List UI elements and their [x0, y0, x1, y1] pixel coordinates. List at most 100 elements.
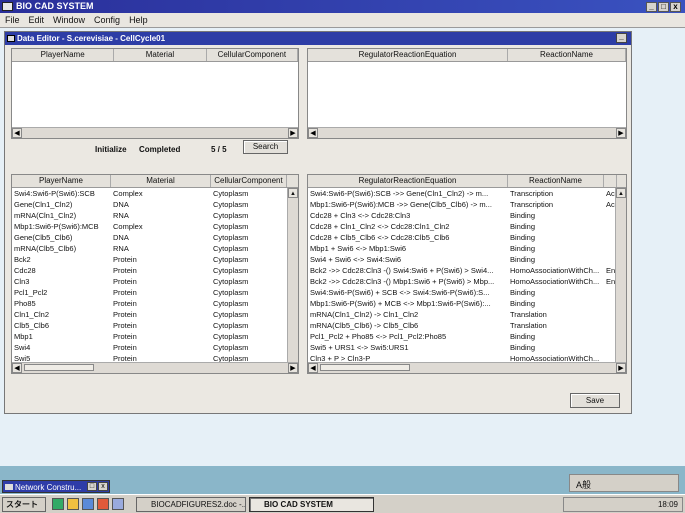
table-row[interactable]: Cln1_Cln2 Protein Cytoplasm	[12, 309, 298, 320]
ime-toolbar[interactable]: A般	[569, 474, 679, 492]
table-cell: Cytoplasm	[213, 244, 249, 253]
table-row[interactable]: Pho85 Protein Cytoplasm	[12, 298, 298, 309]
table-row[interactable]: Cln3 Protein Cytoplasm	[12, 276, 298, 287]
table-row[interactable]: Bck2 ->> Cdc28:Cln3 -() Mbp1:Swi6 + P(Sw…	[308, 276, 626, 287]
horizontal-scrollbar[interactable]: ◀ ▶	[308, 127, 626, 138]
scroll-right-icon[interactable]: ▶	[288, 128, 298, 138]
column-header[interactable]: PlayerName	[12, 49, 115, 61]
search-button[interactable]: Search	[243, 140, 288, 154]
table-cell: Cytoplasm	[213, 321, 249, 330]
table-row[interactable]: Cdc28 + Cln3 <-> Cdc28:Cln3 Binding	[308, 210, 626, 221]
table-cell: Protein	[113, 310, 137, 319]
column-header[interactable]: PlayerName	[12, 175, 111, 187]
table-row[interactable]: Pcl1_Pcl2 + Pho85 <-> Pcl1_Pcl2:Pho85 Bin…	[308, 331, 626, 342]
scroll-left-icon[interactable]: ◀	[12, 128, 22, 138]
start-button[interactable]: スタート	[2, 497, 46, 512]
close-button[interactable]: x	[670, 2, 681, 12]
table-row[interactable]: Mbp1:Swi6-P(Swi6) + MCB <-> Mbp1:Swi6-P(…	[308, 298, 626, 309]
table-row[interactable]: Cdc28 Protein Cytoplasm	[12, 265, 298, 276]
quicklaunch-icon[interactable]	[97, 498, 109, 510]
table-row[interactable]: mRNA(Cln1_Cln2) RNA Cytoplasm	[12, 210, 298, 221]
quicklaunch-icon[interactable]	[112, 498, 124, 510]
table-row[interactable]: Swi4:Swi6-P(Swi6):SCB Complex Cytoplasm	[12, 188, 298, 199]
scroll-thumb[interactable]	[320, 364, 410, 371]
scroll-up-icon[interactable]: ▲	[616, 188, 626, 198]
top-left-table[interactable]: PlayerName Material CellularComponent ◀ …	[11, 48, 299, 139]
scroll-left-icon[interactable]: ◀	[308, 363, 318, 373]
table-header: PlayerName Material CellularComponent	[12, 49, 298, 62]
table-header: RegulatorReactionEquation ReactionName	[308, 49, 626, 62]
table-row[interactable]: Pcl1_Pcl2 Protein Cytoplasm	[12, 287, 298, 298]
column-header[interactable]: CellularComponent	[207, 49, 298, 61]
minimize-button[interactable]: _	[646, 2, 657, 12]
close-icon[interactable]: x	[98, 482, 108, 491]
table-row[interactable]: Mbp1 Protein Cytoplasm	[12, 331, 298, 342]
taskbar-item-document[interactable]: BIOCADFIGURES2.doc -...	[136, 497, 246, 512]
column-header[interactable]: ReactionName	[508, 49, 626, 61]
table-row[interactable]: Cdc28 + Clb5_Clb6 <-> Cdc28:Clb5_Clb6 Bin…	[308, 232, 626, 243]
menu-file[interactable]: File	[0, 13, 24, 25]
editor-minimize-button[interactable]: _	[616, 33, 627, 43]
table-cell: Binding	[510, 222, 536, 231]
restore-icon[interactable]: □	[87, 482, 97, 491]
column-header[interactable]	[604, 175, 617, 187]
table-cell: Bck2	[14, 255, 31, 264]
horizontal-scrollbar[interactable]: ◀ ▶	[308, 362, 626, 373]
quicklaunch-icon[interactable]	[52, 498, 64, 510]
horizontal-scrollbar[interactable]: ◀ ▶	[12, 362, 298, 373]
table-row[interactable]: Swi5 + URS1 <-> Swi5:URS1 Binding	[308, 342, 626, 353]
column-header[interactable]: ReactionName	[508, 175, 604, 187]
save-button[interactable]: Save	[570, 393, 620, 408]
taskbar-item-biocad[interactable]: BIO CAD SYSTEM	[249, 497, 374, 512]
quicklaunch-icon[interactable]	[82, 498, 94, 510]
table-row[interactable]: Swi4:Swi6-P(Swi6):SCB ->> Gene(Cln1_Cln2…	[308, 188, 626, 199]
menu-help[interactable]: Help	[124, 13, 152, 25]
table-cell: Clb5_Clb6	[14, 321, 50, 330]
top-right-table[interactable]: RegulatorReactionEquation ReactionName ◀…	[307, 48, 627, 139]
table-row[interactable]: mRNA(Clb5_Clb6) RNA Cytoplasm	[12, 243, 298, 254]
scroll-thumb[interactable]	[24, 364, 94, 371]
scroll-left-icon[interactable]: ◀	[308, 128, 318, 138]
scroll-right-icon[interactable]: ▶	[616, 363, 626, 373]
menu-config[interactable]: Config	[89, 13, 124, 25]
minimized-network-window[interactable]: Network Constru... □ x	[2, 480, 110, 493]
vertical-scrollbar[interactable]: ▲	[615, 188, 626, 363]
table-cell: Swi4	[14, 343, 31, 352]
reactions-table[interactable]: RegulatorReactionEquation ReactionName S…	[307, 174, 627, 374]
table-row[interactable]: mRNA(Cln1_Cln2) -> Cln1_Cln2 Translation	[308, 309, 626, 320]
scroll-left-icon[interactable]: ◀	[12, 363, 22, 373]
table-row[interactable]: Swi4:Swi6-P(Swi6) + SCB <-> Swi4:Swi6-P(…	[308, 287, 626, 298]
column-header[interactable]: RegulatorReactionEquation	[308, 49, 508, 61]
column-header[interactable]: RegulatorReactionEquation	[308, 175, 508, 187]
table-row[interactable]: Swi4 Protein Cytoplasm	[12, 342, 298, 353]
quicklaunch-icon[interactable]	[67, 498, 79, 510]
data-editor-window: Data Editor - S.cerevisiae - CellCycle01…	[4, 31, 632, 414]
column-header[interactable]: Material	[111, 175, 211, 187]
menu-window[interactable]: Window	[48, 13, 89, 25]
maximize-button[interactable]: □	[658, 2, 669, 12]
ime-mode-label[interactable]: A般	[576, 478, 591, 491]
vertical-scrollbar[interactable]: ▲	[287, 188, 298, 363]
table-row[interactable]: Gene(Cln1_Cln2) DNA Cytoplasm	[12, 199, 298, 210]
table-row[interactable]: Clb5_Clb6 Protein Cytoplasm	[12, 320, 298, 331]
players-table[interactable]: PlayerName Material CellularComponent Sw…	[11, 174, 299, 374]
horizontal-scrollbar[interactable]: ◀ ▶	[12, 127, 298, 138]
scroll-right-icon[interactable]: ▶	[288, 363, 298, 373]
table-row[interactable]: mRNA(Clb5_Clb6) -> Clb5_Clb6 Translation	[308, 320, 626, 331]
table-row[interactable]: Bck2 ->> Cdc28:Cln3 -() Swi4:Swi6 + P(Sw…	[308, 265, 626, 276]
table-row[interactable]: Mbp1:Swi6-P(Swi6):MCB Complex Cytoplasm	[12, 221, 298, 232]
table-cell: Complex	[113, 222, 143, 231]
table-row[interactable]: Cdc28 + Cln1_Cln2 <-> Cdc28:Cln1_Cln2 Bin…	[308, 221, 626, 232]
table-cell: Cdc28	[14, 266, 36, 275]
table-row[interactable]: Swi4 + Swi6 <-> Swi4:Swi6 Binding	[308, 254, 626, 265]
table-row[interactable]: Mbp1 + Swi6 <-> Mbp1:Swi6 Binding	[308, 243, 626, 254]
menu-edit[interactable]: Edit	[24, 13, 49, 25]
table-row[interactable]: Bck2 Protein Cytoplasm	[12, 254, 298, 265]
scroll-up-icon[interactable]: ▲	[288, 188, 298, 198]
table-cell: RNA	[113, 211, 129, 220]
scroll-right-icon[interactable]: ▶	[616, 128, 626, 138]
table-row[interactable]: Gene(Clb5_Clb6) DNA Cytoplasm	[12, 232, 298, 243]
column-header[interactable]: Material	[114, 49, 207, 61]
column-header[interactable]: CellularComponent	[211, 175, 287, 187]
table-row[interactable]: Mbp1:Swi6-P(Swi6):MCB ->> Gene(Clb5_Clb6…	[308, 199, 626, 210]
